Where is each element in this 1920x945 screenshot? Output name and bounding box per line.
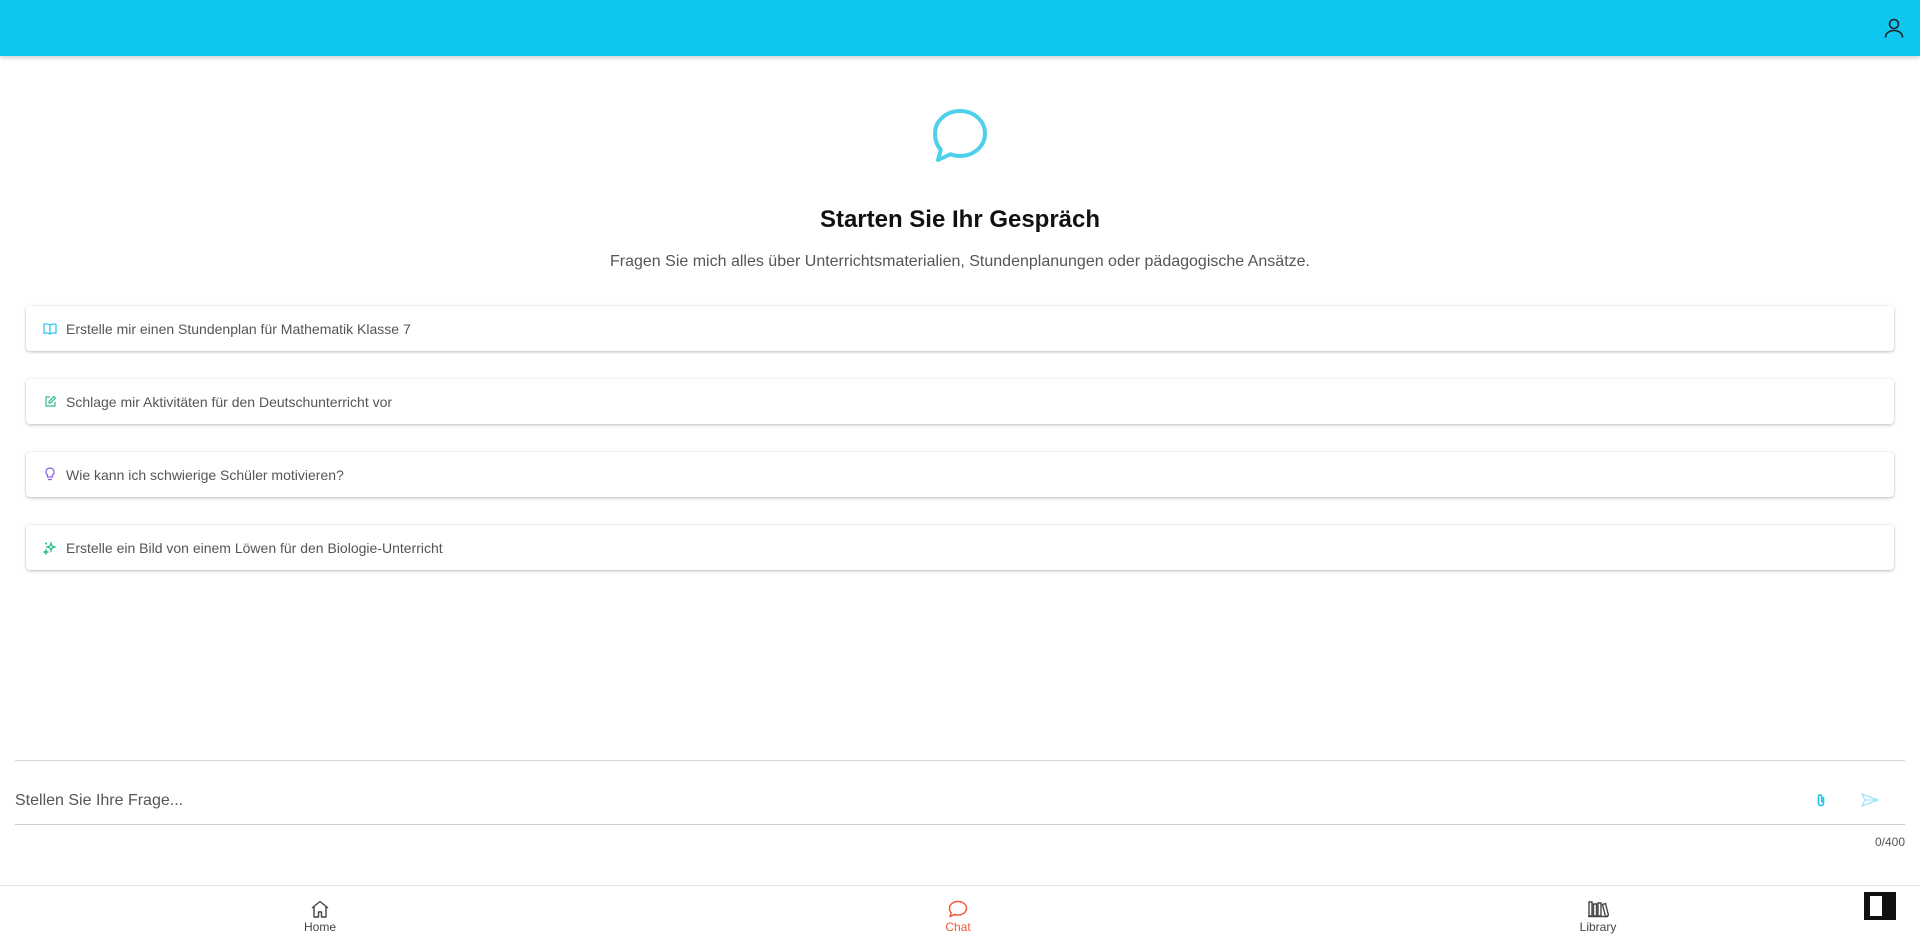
nav-label-home: Home: [303, 920, 336, 934]
person-icon: [1884, 18, 1904, 38]
top-app-bar: [0, 0, 1920, 56]
page-title: Starten Sie Ihr Gespräch: [819, 206, 1101, 233]
send-icon: [1861, 793, 1879, 807]
chat-bubble-icon: [930, 106, 990, 166]
nav-item-chat[interactable]: Chat: [898, 900, 1018, 934]
nav-item-home[interactable]: Home: [260, 900, 380, 934]
nav-item-library[interactable]: Library: [1538, 900, 1658, 934]
suggestion-card[interactable]: Erstelle ein Bild von einem Löwen für de…: [26, 525, 1894, 570]
chat-icon: [948, 900, 968, 918]
book-open-icon: [42, 321, 58, 337]
library-icon: [1588, 901, 1609, 918]
divider: [15, 760, 1905, 761]
nav-label-library: Library: [1579, 920, 1617, 934]
question-input[interactable]: [15, 786, 1795, 816]
character-counter: 0/400: [1874, 835, 1905, 849]
widget-icon: [1870, 896, 1882, 916]
sparkle-icon: [42, 540, 58, 556]
bottom-navigation: Home Chat Library: [0, 885, 1920, 945]
suggestion-text: Schlage mir Aktivitäten für den Deutschu…: [66, 393, 393, 410]
suggestion-text: Erstelle mir einen Stundenplan für Mathe…: [66, 320, 411, 337]
floating-widget-button[interactable]: [1864, 892, 1896, 920]
suggestion-list: Erstelle mir einen Stundenplan für Mathe…: [26, 306, 1894, 598]
home-icon: [311, 900, 329, 918]
paperclip-icon: [1817, 794, 1825, 807]
page-subtitle: Fragen Sie mich alles über Unterrichtsma…: [610, 253, 1310, 270]
input-underline: [15, 824, 1905, 825]
suggestion-text: Erstelle ein Bild von einem Löwen für de…: [66, 539, 443, 556]
nav-label-chat: Chat: [945, 920, 971, 934]
suggestion-card[interactable]: Erstelle mir einen Stundenplan für Mathe…: [26, 306, 1894, 351]
profile-button[interactable]: [1880, 14, 1908, 42]
suggestion-card[interactable]: Schlage mir Aktivitäten für den Deutschu…: [26, 379, 1894, 424]
attach-button[interactable]: [1812, 791, 1830, 809]
edit-square-icon: [42, 394, 58, 410]
send-button[interactable]: [1860, 791, 1880, 809]
suggestion-text: Wie kann ich schwierige Schüler motivier…: [66, 466, 344, 483]
suggestion-card[interactable]: Wie kann ich schwierige Schüler motivier…: [26, 452, 1894, 497]
lightbulb-icon: [42, 467, 58, 483]
